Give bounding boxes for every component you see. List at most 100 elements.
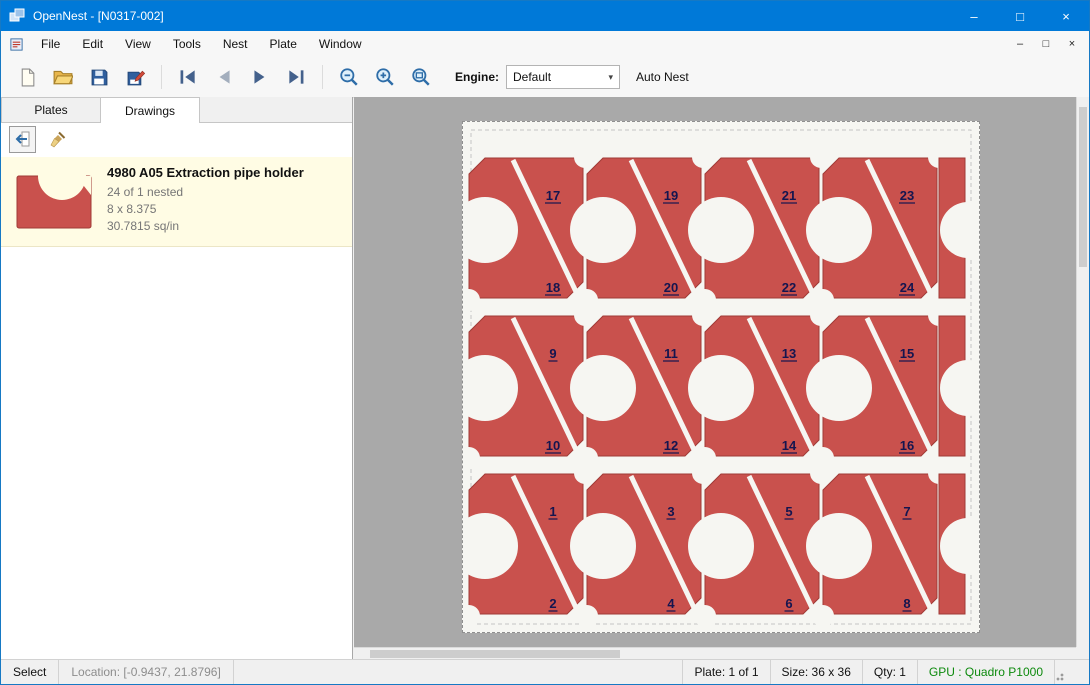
- horizontal-scrollbar-thumb[interactable]: [370, 650, 620, 658]
- close-button[interactable]: ×: [1043, 1, 1089, 31]
- svg-text:9: 9: [549, 346, 556, 361]
- svg-text:22: 22: [782, 280, 796, 295]
- svg-text:24: 24: [900, 280, 915, 295]
- svg-text:14: 14: [782, 438, 797, 453]
- tab-drawings[interactable]: Drawings: [100, 97, 200, 123]
- zoom-fit-button[interactable]: [404, 62, 438, 92]
- panel-subtoolbar: [1, 123, 352, 155]
- svg-text:15: 15: [900, 346, 914, 361]
- toolbar: Engine: Default ▾ Auto Nest: [1, 57, 1089, 98]
- vertical-scrollbar-thumb[interactable]: [1079, 107, 1087, 267]
- mdi-close-button[interactable]: ×: [1063, 36, 1081, 52]
- document-icon: [9, 37, 24, 52]
- menu-item-plate[interactable]: Plate: [259, 31, 308, 57]
- auto-nest-button[interactable]: Auto Nest: [636, 70, 689, 84]
- import-drawing-button[interactable]: [9, 126, 36, 153]
- next-plate-button[interactable]: [243, 62, 277, 92]
- menu-item-view[interactable]: View: [114, 31, 162, 57]
- statusbar: Select Location: [-0.9437, 21.8796] Plat…: [1, 659, 1089, 684]
- svg-text:16: 16: [900, 438, 914, 453]
- svg-text:8: 8: [903, 596, 910, 611]
- drawing-item-text: 4980 A05 Extraction pipe holder 24 of 1 …: [99, 163, 304, 240]
- svg-text:18: 18: [546, 280, 560, 295]
- drawing-list-item[interactable]: 4980 A05 Extraction pipe holder 24 of 1 …: [1, 157, 352, 247]
- previous-arrow-icon: [214, 67, 234, 87]
- vertical-scrollbar[interactable]: [1076, 97, 1089, 647]
- svg-text:3: 3: [667, 504, 674, 519]
- mdi-window-controls: – □ ×: [1011, 36, 1089, 52]
- last-arrow-icon: [286, 67, 306, 87]
- window-controls: – □ ×: [951, 1, 1089, 31]
- drawing-item-title: 4980 A05 Extraction pipe holder: [107, 165, 304, 180]
- drawing-item-area: 30.7815 sq/in: [107, 218, 304, 235]
- plate-sheet[interactable]: 171819202122232491011121314151612345678: [462, 121, 980, 633]
- status-right-group: Plate: 1 of 1 Size: 36 x 36 Qty: 1 GPU :…: [682, 660, 1089, 684]
- svg-text:23: 23: [900, 188, 914, 203]
- svg-text:5: 5: [785, 504, 792, 519]
- menu-item-tools[interactable]: Tools: [162, 31, 212, 57]
- resize-grip[interactable]: [1054, 660, 1089, 684]
- menu-item-file[interactable]: File: [30, 31, 71, 57]
- svg-text:7: 7: [903, 504, 910, 519]
- app-icon: [9, 8, 25, 24]
- svg-text:12: 12: [664, 438, 678, 453]
- previous-plate-button[interactable]: [207, 62, 241, 92]
- menu-item-edit[interactable]: Edit: [71, 31, 114, 57]
- svg-text:6: 6: [785, 596, 792, 611]
- status-qty: Qty: 1: [862, 660, 917, 684]
- save-as-button[interactable]: [118, 62, 152, 92]
- save-icon: [90, 68, 109, 87]
- part-thumbnail: [9, 163, 99, 240]
- chevron-down-icon: ▾: [608, 72, 613, 83]
- first-arrow-icon: [178, 67, 198, 87]
- svg-text:2: 2: [549, 596, 556, 611]
- status-gpu: GPU : Quadro P1000: [917, 660, 1054, 684]
- window-title: OpenNest - [N0317-002]: [33, 9, 164, 23]
- broom-icon: [49, 130, 67, 148]
- svg-text:4: 4: [667, 596, 675, 611]
- toolbar-separator: [161, 65, 162, 89]
- next-arrow-icon: [250, 67, 270, 87]
- zoom-in-button[interactable]: [368, 62, 402, 92]
- engine-label: Engine:: [455, 70, 499, 84]
- open-button[interactable]: [46, 62, 80, 92]
- minimize-button[interactable]: –: [951, 1, 997, 31]
- engine-select[interactable]: Default ▾: [506, 65, 620, 89]
- panel-tabs: PlatesDrawings: [1, 97, 352, 123]
- mdi-minimize-button[interactable]: –: [1011, 36, 1029, 52]
- menu-item-nest[interactable]: Nest: [212, 31, 259, 57]
- first-plate-button[interactable]: [171, 62, 205, 92]
- svg-text:1: 1: [549, 504, 556, 519]
- svg-text:21: 21: [782, 188, 796, 203]
- menubar: FileEditViewToolsNestPlateWindow – □ ×: [1, 31, 1089, 58]
- last-plate-button[interactable]: [279, 62, 313, 92]
- titlebar: OpenNest - [N0317-002] – □ ×: [1, 1, 1089, 31]
- status-location: Location: [-0.9437, 21.8796]: [59, 660, 233, 684]
- zoom-out-icon: [339, 67, 359, 87]
- engine-selected-value: Default: [513, 70, 551, 84]
- tab-plates[interactable]: Plates: [1, 97, 101, 122]
- drawing-item-dimensions: 8 x 8.375: [107, 201, 304, 218]
- zoom-out-button[interactable]: [332, 62, 366, 92]
- new-button[interactable]: [10, 62, 44, 92]
- nest-canvas[interactable]: 171819202122232491011121314151612345678: [354, 97, 1089, 660]
- open-folder-icon: [53, 67, 73, 87]
- toolbar-separator: [322, 65, 323, 89]
- status-size: Size: 36 x 36: [770, 660, 862, 684]
- svg-text:11: 11: [664, 346, 678, 361]
- import-arrow-icon: [14, 130, 32, 148]
- side-panel: PlatesDrawings: [1, 97, 353, 660]
- save-button[interactable]: [82, 62, 116, 92]
- drawing-item-nested: 24 of 1 nested: [107, 184, 304, 201]
- clean-button[interactable]: [44, 126, 71, 153]
- svg-text:10: 10: [546, 438, 560, 453]
- menu-items: FileEditViewToolsNestPlateWindow: [30, 31, 373, 57]
- maximize-button[interactable]: □: [997, 1, 1043, 31]
- nested-parts[interactable]: 171819202122232491011121314151612345678: [463, 122, 979, 632]
- menu-item-window[interactable]: Window: [308, 31, 373, 57]
- save-edit-icon: [126, 68, 145, 87]
- svg-text:19: 19: [664, 188, 678, 203]
- status-plate: Plate: 1 of 1: [682, 660, 769, 684]
- mdi-restore-button[interactable]: □: [1037, 36, 1055, 52]
- app-window: OpenNest - [N0317-002] – □ × FileEditVie…: [0, 0, 1090, 685]
